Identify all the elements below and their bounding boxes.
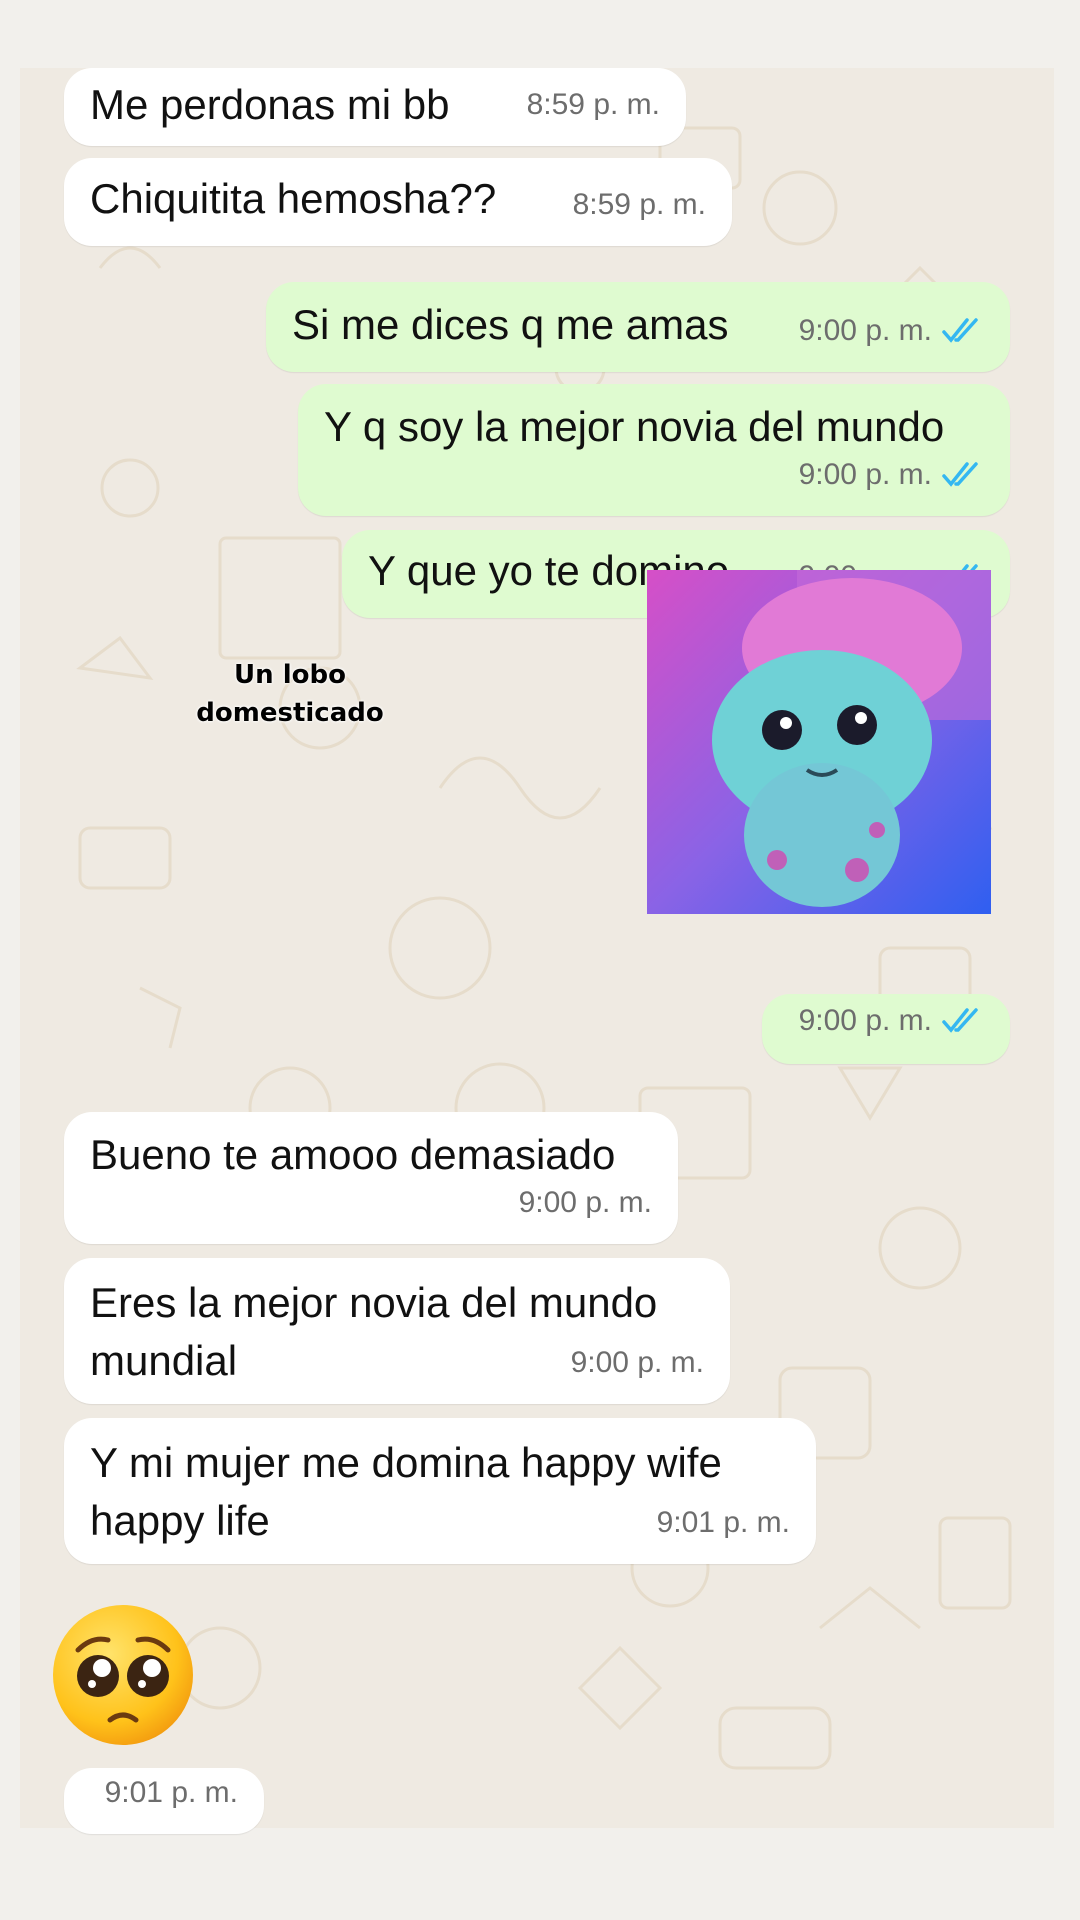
- message-time: 9:00 p. m.: [518, 1186, 652, 1219]
- double-check-read-icon: [942, 318, 978, 343]
- message-time: 9:01 p. m.: [656, 1506, 790, 1539]
- message-time: 8:59 p. m.: [572, 188, 706, 221]
- message-incoming[interactable]: Eres la mejor novia del mundo mundial 9:…: [64, 1258, 730, 1404]
- message-meta: 9:00 p. m.: [799, 302, 984, 360]
- message-text: Chiquitita hemosha??: [90, 175, 497, 222]
- message-time: 8:59 p. m.: [526, 88, 660, 121]
- message-incoming[interactable]: Me perdonas mi bb 8:59 p. m.: [64, 68, 686, 146]
- cartoon-character-sticker: [647, 570, 991, 914]
- message-text: Si me dices q me amas: [292, 301, 729, 348]
- message-text-line1: Y mi mujer me domina happy wife: [90, 1439, 722, 1486]
- message-outgoing-time[interactable]: 9:00 p. m.: [762, 994, 1010, 1064]
- message-outgoing[interactable]: Y q soy la mejor novia del mundo 9:00 p.…: [298, 384, 1010, 516]
- message-incoming[interactable]: Bueno te amooo demasiado 9:00 p. m.: [64, 1112, 678, 1244]
- message-incoming[interactable]: Chiquitita hemosha?? 8:59 p. m.: [64, 158, 732, 246]
- message-time: 9:01 p. m.: [104, 1776, 238, 1809]
- message-incoming-time[interactable]: 9:01 p. m.: [64, 1768, 264, 1834]
- message-text: Me perdonas mi bb: [90, 81, 450, 128]
- double-check-read-icon: [942, 462, 978, 487]
- message-time: 9:00 p. m.: [570, 1346, 704, 1379]
- pleading-face-emoji[interactable]: [50, 1602, 196, 1748]
- message-text-line2: mundial: [90, 1337, 238, 1384]
- message-text-line1: Eres la mejor novia del mundo: [90, 1279, 658, 1326]
- sticker-image[interactable]: [647, 570, 991, 914]
- message-meta: 9:00 p. m.: [799, 446, 984, 504]
- sticker-caption: Un lobo domesticado: [196, 660, 384, 728]
- message-text-line2: happy life: [90, 1497, 270, 1544]
- message-outgoing[interactable]: Si me dices q me amas 9:00 p. m.: [266, 282, 1010, 372]
- message-incoming[interactable]: Y mi mujer me domina happy wife happy li…: [64, 1418, 816, 1564]
- double-check-read-icon: [942, 1008, 978, 1033]
- message-meta: 9:00 p. m.: [799, 992, 984, 1050]
